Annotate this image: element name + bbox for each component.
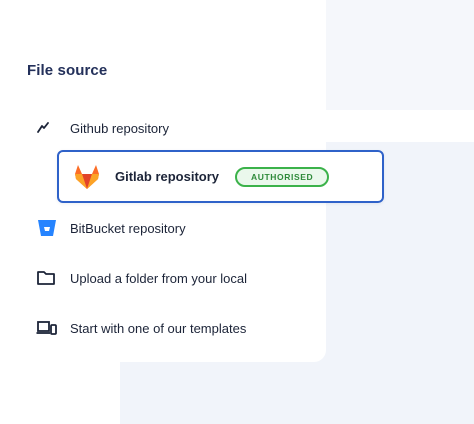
source-option-github[interactable]: Github repository bbox=[36, 115, 169, 141]
gitlab-icon bbox=[59, 164, 115, 190]
bitbucket-icon bbox=[36, 217, 70, 239]
source-label: Upload a folder from your local bbox=[70, 270, 248, 286]
folder-icon bbox=[36, 267, 70, 289]
devices-icon bbox=[36, 317, 70, 339]
background-panel-top bbox=[326, 0, 474, 110]
github-icon bbox=[36, 117, 70, 139]
source-label: Start with one of our templates bbox=[70, 320, 247, 336]
source-label: Gitlab repository bbox=[115, 169, 220, 184]
source-option-upload-folder[interactable]: Upload a folder from your local bbox=[36, 265, 247, 291]
authorised-badge: AUTHORISED bbox=[235, 166, 330, 187]
source-option-templates[interactable]: Start with one of our templates bbox=[36, 315, 246, 341]
source-option-bitbucket[interactable]: BitBucket repository bbox=[36, 215, 186, 241]
section-title: File source bbox=[27, 62, 108, 79]
source-label: BitBucket repository bbox=[70, 220, 186, 236]
source-option-gitlab[interactable]: Gitlab repository AUTHORISED bbox=[57, 150, 384, 203]
source-label: Github repository bbox=[70, 120, 169, 136]
